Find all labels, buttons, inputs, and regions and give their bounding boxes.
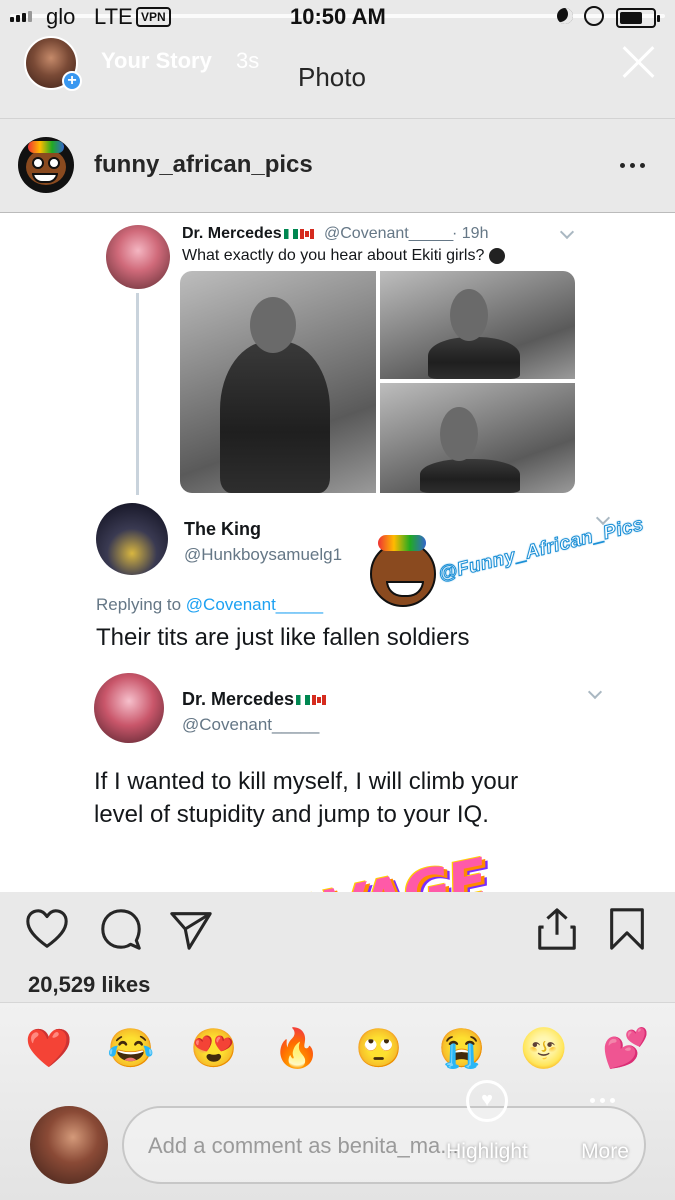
emoji-heart[interactable]: ❤️ (25, 1026, 72, 1072)
emoji-two-hearts[interactable]: 💕 (602, 1026, 649, 1072)
my-avatar (30, 1106, 108, 1184)
close-icon[interactable] (620, 44, 656, 80)
add-story-icon[interactable]: + (62, 71, 82, 91)
more-dots-icon (590, 1098, 615, 1103)
network-type: LTE (94, 4, 133, 29)
story-age: 3s (236, 48, 260, 73)
tweet-photo (380, 271, 575, 379)
more-button[interactable]: More (570, 1080, 640, 1190)
post-avatar[interactable] (18, 137, 74, 193)
emoji-laugh[interactable]: 😂 (107, 1026, 154, 1072)
tweet2-avatar (96, 503, 168, 575)
carrier-name: glo (46, 4, 76, 29)
highlight-label: Highlight (446, 1140, 528, 1163)
tweet3-handle: @Covenant_____ (182, 715, 320, 734)
tweet1-time: · 19h (452, 225, 489, 242)
emoji-fire[interactable]: 🔥 (273, 1026, 320, 1072)
emoji-eye-roll[interactable]: 🙄 (355, 1026, 402, 1072)
tweet2-text: Their tits are just like fallen soldiers (96, 624, 470, 651)
chevron-down-icon (587, 684, 603, 700)
more-options-icon[interactable] (620, 163, 645, 168)
story-header: + Your Story 3s Photo (0, 36, 675, 116)
share-icon[interactable] (168, 906, 214, 952)
watermark-text: @Funny_African_Pics (436, 513, 647, 586)
watermark: @Funny_African_Pics (370, 513, 646, 621)
tweet2-handle: @Hunkboysamuelg1 (184, 545, 343, 564)
more-label: More (581, 1140, 629, 1163)
signal-icon (10, 11, 32, 22)
heart-icon[interactable] (24, 906, 70, 952)
chevron-down-icon (559, 224, 575, 240)
vpn-badge: VPN (136, 7, 171, 27)
page-title: Photo (298, 62, 366, 92)
highlight-icon (466, 1080, 508, 1122)
tweet1-handle: @Covenant_____ (324, 225, 454, 242)
tweet1-text: What exactly do you hear about Ekiti gir… (182, 247, 505, 265)
tweet3-name: Dr. Mercedes (182, 689, 328, 710)
emoji-heart-eyes[interactable]: 😍 (190, 1026, 237, 1072)
tweet-photo (380, 383, 575, 493)
upload-icon[interactable] (534, 906, 580, 952)
bookmark-icon[interactable] (604, 906, 650, 952)
tweet1-name: Dr. Mercedes (182, 225, 316, 243)
status-bar: glo LTE VPN 10:50 AM (0, 0, 675, 36)
tweet-photo (180, 271, 376, 493)
do-not-disturb-icon (557, 8, 573, 24)
mascot-logo-icon (370, 535, 436, 607)
comment-placeholder: Add a comment as benita_ma... (148, 1133, 459, 1158)
replying-to: Replying to @Covenant_____ (96, 595, 324, 614)
flags-icon (296, 689, 328, 710)
comment-input[interactable]: Add a comment as benita_ma... (122, 1106, 646, 1184)
post-username[interactable]: funny_african_pics (94, 151, 313, 179)
flags-icon (283, 225, 316, 243)
orientation-lock-icon (584, 6, 604, 26)
tweet1-photo-grid (180, 271, 575, 493)
emoji-crying[interactable]: 😭 (438, 1026, 485, 1072)
highlight-button[interactable]: Highlight (442, 1080, 532, 1190)
thread-line (136, 293, 139, 495)
story-owner-label[interactable]: Your Story (101, 48, 212, 74)
tweet3-text: If I wanted to kill myself, I will climb… (94, 768, 519, 828)
action-bar (0, 892, 675, 972)
comment-icon[interactable] (98, 906, 144, 952)
emoji-reaction-row: ❤️ 😂 😍 🔥 🙄 😭 🌝 💕 (0, 1026, 675, 1080)
clock: 10:50 AM (290, 4, 386, 29)
tweet3-avatar (94, 673, 164, 743)
tweet2-name: The King (184, 519, 261, 539)
likes-count[interactable]: 20,529 likes (28, 972, 150, 998)
emoji-moon-face[interactable]: 🌝 (520, 1026, 567, 1072)
tweet1-avatar (106, 225, 170, 289)
post-header: funny_african_pics (0, 118, 675, 212)
post-image[interactable]: Dr. Mercedes @Covenant_____ · 19h What e… (0, 212, 675, 892)
battery-icon (616, 8, 660, 28)
